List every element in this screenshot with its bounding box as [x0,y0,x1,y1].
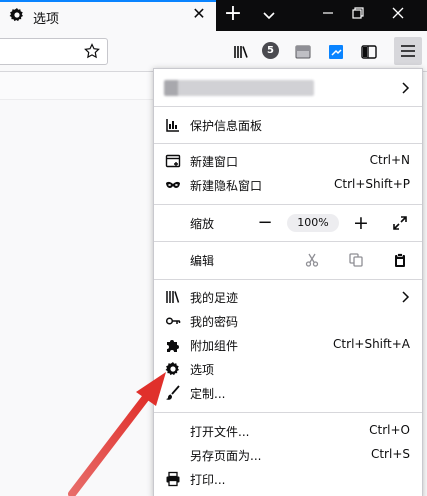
separator [154,143,422,144]
menu-item-open-file[interactable]: 打开文件... Ctrl+O [154,420,422,442]
fullscreen-icon[interactable] [392,215,408,231]
menu-item-label: 选项 [190,363,215,377]
menu-item-new-window[interactable]: 新建窗口 Ctrl+N [154,150,422,172]
chevron-down-icon[interactable] [262,8,276,22]
shortcut-label: Ctrl+Shift+A [333,337,410,351]
menu-item-label: 新建隐私窗口 [190,179,263,193]
menu-item-label: 另存页面为... [190,449,262,463]
screenshot-icon[interactable] [327,43,345,61]
sidebar-icon[interactable] [360,43,378,61]
zoom-label: 缩放 [190,217,215,231]
menu-item-label: 打印... [190,473,226,487]
extension-badge[interactable]: 5 [262,42,279,59]
zoom-in-button[interactable]: + [350,212,372,234]
container-icon[interactable] [294,43,312,61]
dashboard-chart-icon [166,119,179,132]
shortcut-label: Ctrl+O [369,423,410,437]
new-tab-button[interactable]: + [220,2,246,28]
edit-row: 编辑 [154,249,422,271]
menu-item-addons[interactable]: 附加组件 Ctrl+Shift+A [154,334,422,356]
menu-item-label: 定制... [190,387,226,401]
new-window-icon [165,154,181,168]
minimize-icon[interactable] [320,5,336,21]
paste-icon[interactable] [392,252,408,268]
shortcut-label: Ctrl+Shift+P [334,177,410,191]
restore-icon[interactable] [350,5,366,21]
gear-icon [165,362,179,376]
puzzle-piece-icon [167,340,179,352]
tab-options[interactable]: 选项 ✕ [0,0,216,31]
printer-icon [166,471,180,487]
menu-item-print[interactable]: 打印... [154,468,422,490]
chevron-right-icon [402,82,410,94]
menu-item-label: 保护信息面板 [190,119,263,133]
private-mask-icon [166,181,180,188]
menu-item-new-private-window[interactable]: 新建隐私窗口 Ctrl+Shift+P [154,174,422,196]
tab-title: 选项 [33,12,60,27]
content-header [0,72,155,100]
library-icon[interactable] [232,43,250,61]
account-item[interactable] [154,75,422,101]
bookmark-star-icon[interactable] [84,43,100,59]
menu-item-logins[interactable]: 我的密码 [154,310,422,332]
account-blurred-text [164,80,314,96]
address-bar[interactable] [0,38,108,65]
menu-item-label: 我的足迹 [190,291,239,305]
separator [154,106,422,107]
separator [154,204,422,205]
app-menu-panel: 保护信息面板 新建窗口 Ctrl+N 新建隐私窗口 Ctrl+Shift+P 缩… [153,68,423,496]
zoom-reset-button[interactable]: 100% [287,214,339,232]
menu-item-label: 打开文件... [190,425,250,439]
menu-item-label: 附加组件 [190,339,239,353]
menu-item-library[interactable]: 我的足迹 [154,286,422,308]
key-icon [165,317,181,325]
shortcut-label: Ctrl+N [369,153,410,167]
close-tab-icon[interactable]: ✕ [190,5,208,23]
gear-icon [9,8,23,22]
separator [154,241,422,242]
menu-item-label: 新建窗口 [190,155,239,169]
menu-item-save-page[interactable]: 另存页面为... Ctrl+S [154,444,422,466]
cut-icon[interactable] [304,252,320,268]
separator [154,279,422,280]
shortcut-label: Ctrl+S [370,447,410,461]
menu-item-customize[interactable]: 定制... [154,382,422,404]
menu-item-protection[interactable]: 保护信息面板 [154,114,422,136]
edit-label: 编辑 [190,254,215,268]
menu-button[interactable] [394,37,422,65]
separator [154,412,422,413]
nav-bar: 5 [0,31,427,72]
hamburger-icon [401,45,415,57]
paintbrush-icon [166,385,180,400]
copy-icon[interactable] [348,252,364,268]
title-bar: 选项 ✕ + [0,0,427,31]
menu-item-options[interactable]: 选项 [154,358,422,380]
window-close-icon[interactable] [390,5,406,21]
menu-item-label: 我的密码 [190,315,239,329]
zoom-row: 缩放 − 100% + [154,212,422,234]
library-icon [166,291,180,303]
chevron-right-icon [402,291,410,303]
zoom-out-button[interactable]: − [254,212,276,234]
